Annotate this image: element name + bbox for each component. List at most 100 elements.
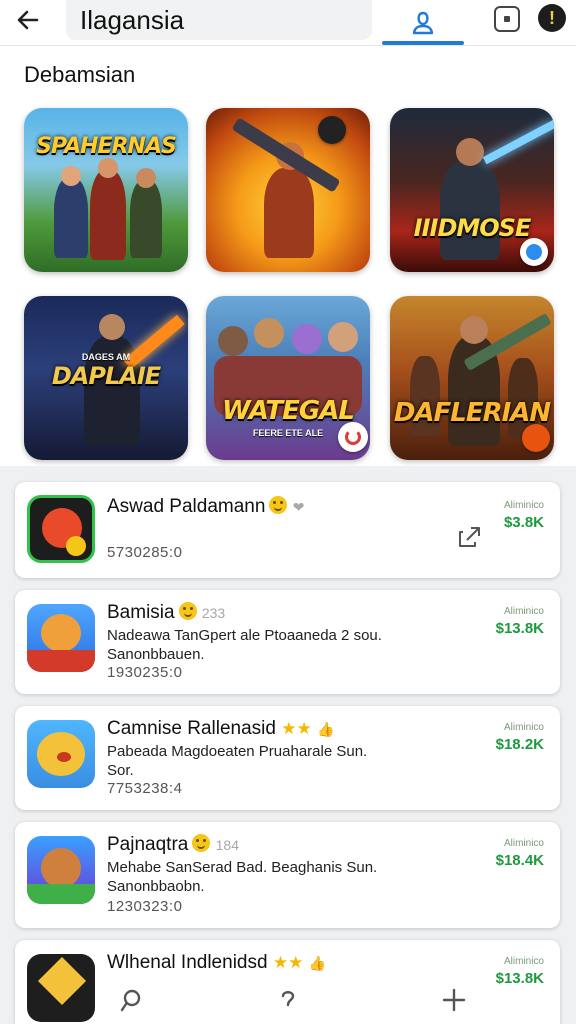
game-title: SPAHERNAS <box>36 134 177 159</box>
star-icon: ★ <box>272 953 289 972</box>
app-title: Camnise Rallenasid ★★ 👍 <box>107 718 334 740</box>
game-title: DAPLAIE <box>51 362 161 390</box>
search-value: Ilagansia <box>80 4 185 35</box>
star-icon: ★ <box>288 953 304 972</box>
plus-icon <box>442 988 466 1012</box>
app-icon <box>27 836 95 904</box>
person-icon <box>412 11 434 35</box>
list-item[interactable]: Aswad Paldamann ❤ 5730285:0 Aliminico $3… <box>15 482 560 578</box>
section-title: Debamsian <box>24 62 136 87</box>
price-caption: Aliminico <box>503 500 544 511</box>
character-head <box>456 138 484 166</box>
thumb-icon: 👍 <box>308 955 327 971</box>
price: $13.8K <box>495 620 544 637</box>
price: $18.2K <box>495 736 544 753</box>
character-head <box>61 166 81 186</box>
game-tile[interactable]: DAGES AM DAPLAIE <box>24 296 188 460</box>
app-title-text: Camnise Rallenasid <box>107 718 276 739</box>
price-caption: Aliminico <box>503 722 544 733</box>
app-icon <box>27 495 95 563</box>
game-grid: SPAHERNAS IIIDMOSE DAGES AM DAPLAIE WATE… <box>24 108 560 460</box>
dark-orb-icon <box>318 116 346 144</box>
list-item[interactable]: Pajnaqtra 184 Mehabe SanSerad Bad. Beagh… <box>15 822 560 928</box>
character <box>440 160 500 260</box>
app-title: Pajnaqtra 184 <box>107 834 239 856</box>
character-head <box>136 168 156 188</box>
app-meta: 5730285:0 <box>107 544 183 561</box>
star-icon: ★ <box>281 719 297 738</box>
app-title-text: Wlhenal Indlenidsd <box>107 952 268 973</box>
bottom-nav <box>0 980 576 1024</box>
back-button[interactable] <box>12 4 44 36</box>
search-icon <box>120 989 141 1012</box>
share-icon[interactable] <box>455 522 483 550</box>
character <box>130 180 162 258</box>
game-tile[interactable]: DAFLERIAN <box>390 296 554 460</box>
app-title: Wlhenal Indlenidsd ★★ 👍 <box>107 952 326 974</box>
character-head <box>292 324 322 354</box>
description-line: Mehabe SanSerad Bad. Beaghanis Sun. <box>107 859 378 876</box>
smile-emoji-icon <box>178 602 197 620</box>
price-caption: Aliminico <box>503 838 544 849</box>
game-title: DAFLERIAN <box>393 398 551 428</box>
game-tile[interactable]: WATEGAL FEERE ETE ALE <box>206 296 370 460</box>
character-head <box>460 316 488 344</box>
app-extra: 184 <box>215 837 239 853</box>
arrow-left-icon <box>17 10 39 30</box>
search-input[interactable]: Ilagansia <box>66 0 372 40</box>
description-line: Sanonbbaobn. <box>107 878 205 895</box>
app-title: Bamisia 233 <box>107 602 225 624</box>
smile-emoji-icon <box>269 496 288 514</box>
star-icon: ★ <box>296 719 312 738</box>
price: $3.8K <box>503 514 544 531</box>
character-head <box>98 158 118 178</box>
description-line: Nadeawa TanGpert ale Ptoaaneda 2 sou. <box>107 627 382 644</box>
character <box>54 178 88 258</box>
description-line: Pabeada Magdoeaten Pruaharale Sun. <box>107 743 368 760</box>
energy-beam <box>482 119 554 165</box>
character-head <box>99 314 125 340</box>
chat-badge-icon <box>520 238 548 266</box>
app-title-text: Aswad Paldamann <box>107 496 266 517</box>
thumb-icon: 👍 <box>317 721 335 737</box>
nav-search[interactable] <box>112 984 152 1016</box>
character-head <box>218 326 248 356</box>
list-item[interactable]: Bamisia 233 Nadeawa TanGpert ale Ptoaane… <box>15 590 560 694</box>
character <box>264 168 314 258</box>
character-head <box>328 322 358 352</box>
info-icon: ! <box>549 7 555 28</box>
app-title-text: Bamisia <box>107 602 175 623</box>
app-description: Pabeada Magdoeaten Pruaharale Sun. Sor. <box>107 742 407 780</box>
game-title: WATEGAL <box>222 396 355 426</box>
character-head <box>254 318 284 348</box>
app-icon <box>27 604 95 672</box>
game-tile[interactable]: IIIDMOSE <box>390 108 554 272</box>
nav-add[interactable] <box>434 984 474 1016</box>
game-tile[interactable]: SPAHERNAS <box>24 108 188 272</box>
description-line: Sanonbbauen. <box>107 646 205 663</box>
app-extra: 233 <box>201 605 226 621</box>
price: $18.4K <box>495 852 544 869</box>
top-bar: Ilagansia ! <box>0 0 576 46</box>
nav-help[interactable] <box>268 984 308 1016</box>
info-button[interactable]: ! <box>538 4 566 32</box>
app-title-text: Pajnaqtra <box>107 834 189 855</box>
app-description: Nadeawa TanGpert ale Ptoaaneda 2 sou. Sa… <box>107 626 407 664</box>
app-meta: 1230323:0 <box>107 898 183 915</box>
question-icon <box>281 991 295 1007</box>
flame-badge-icon <box>522 424 550 452</box>
game-subtitle: DAGES AM <box>81 352 131 362</box>
app-extra: ❤ <box>292 499 305 515</box>
game-tile[interactable] <box>206 108 370 272</box>
app-description: Mehabe SanSerad Bad. Beaghanis Sun. Sano… <box>107 858 407 896</box>
active-tab-indicator <box>382 41 464 45</box>
square-button[interactable] <box>494 6 520 32</box>
app-title: Aswad Paldamann ❤ <box>107 496 304 518</box>
price-caption: Aliminico <box>503 606 544 617</box>
price-caption: Aliminico <box>503 956 544 967</box>
refresh-badge-icon <box>338 422 368 452</box>
app-icon <box>27 720 95 788</box>
square-icon <box>504 16 510 22</box>
list-item[interactable]: Camnise Rallenasid ★★ 👍 Pabeada Magdoeat… <box>15 706 560 810</box>
tab-profile[interactable] <box>382 0 464 46</box>
